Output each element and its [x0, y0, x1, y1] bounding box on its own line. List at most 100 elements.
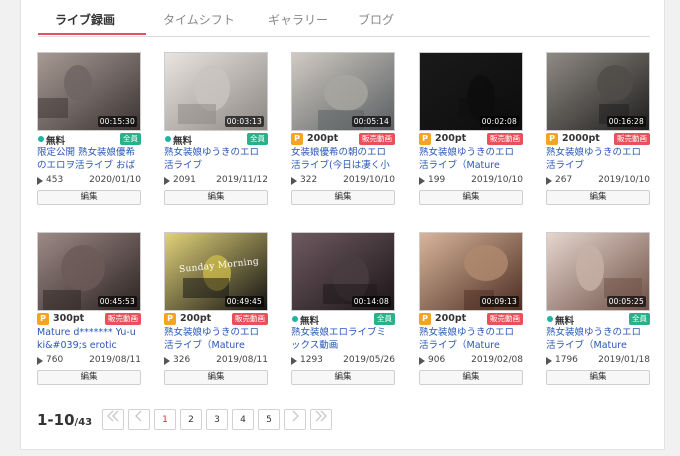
video-meta: 453 2020/01/10 — [37, 175, 141, 187]
video-meta: 267 2019/10/10 — [546, 175, 650, 187]
tab-blog[interactable]: ブログ — [358, 11, 394, 28]
page-4-button[interactable]: 4 — [232, 409, 254, 430]
video-meta: 760 2019/08/11 — [37, 355, 141, 367]
video-meta: 1293 2019/05/26 — [291, 355, 395, 367]
price-label: 300pt — [53, 313, 85, 324]
video-title-link[interactable]: 熟女装娘ゆうきのエロ活ライブ（Mature — [546, 327, 650, 353]
prev-page-button[interactable] — [128, 409, 150, 430]
price-label: 無料 — [46, 136, 66, 147]
video-thumbnail[interactable]: 00:15:30 — [37, 52, 141, 131]
last-page-button[interactable] — [310, 409, 332, 430]
duration-label: 00:02:08 — [479, 116, 519, 127]
edit-button[interactable]: 編集 — [546, 370, 650, 385]
edit-button[interactable]: 編集 — [164, 190, 268, 205]
upload-date: 2019/08/11 — [216, 355, 268, 365]
play-icon — [419, 177, 425, 185]
video-title-link[interactable]: 熟女装娘エロライブミックス動画 — [291, 327, 395, 353]
price-label: 200pt — [435, 313, 467, 324]
page-2-button[interactable]: 2 — [180, 409, 202, 430]
status-badge: 全員 — [120, 133, 141, 145]
video-title-link[interactable]: 熟女装娘ゆうきのエロ活ライブ（Mature — [419, 327, 523, 353]
video-thumbnail[interactable]: 00:14:08 — [291, 232, 395, 311]
video-thumbnail[interactable]: 00:16:28 — [546, 52, 650, 131]
duration-label: 00:05:25 — [606, 296, 646, 307]
page-1-button[interactable]: 1 — [154, 409, 176, 430]
price-row: P 200pt 販売動画 — [164, 313, 268, 325]
tab-live-recordings[interactable]: ライブ録画 — [55, 11, 115, 28]
upload-date: 2019/10/10 — [598, 175, 650, 185]
video-title-link[interactable]: 限定公開 熟女装娘優希のエロヲ活ライブ おば — [37, 147, 141, 173]
point-icon: P — [37, 313, 49, 325]
view-count: 760 — [46, 355, 64, 365]
duration-label: 00:03:13 — [224, 116, 264, 127]
upload-date: 2019/08/11 — [89, 355, 141, 365]
status-badge: 全員 — [374, 313, 395, 325]
price-label: 200pt — [435, 133, 467, 144]
video-meta: 326 2019/08/11 — [164, 355, 268, 367]
upload-date: 2019/02/08 — [471, 355, 523, 365]
view-count: 1293 — [300, 355, 323, 365]
tab-gallery[interactable]: ギャラリー — [268, 11, 328, 28]
video-thumbnail[interactable]: 00:09:13 — [419, 232, 523, 311]
edit-button[interactable]: 編集 — [37, 370, 141, 385]
upload-date: 2020/01/10 — [89, 175, 141, 185]
video-thumbnail[interactable]: Sunday Morning 00:49:45 — [164, 232, 268, 311]
play-icon — [546, 357, 552, 365]
edit-button[interactable]: 編集 — [37, 190, 141, 205]
active-tab-indicator — [38, 33, 146, 35]
video-meta: 1796 2019/01/18 — [546, 355, 650, 367]
upload-date: 2019/11/12 — [216, 175, 268, 185]
video-thumbnail[interactable]: 00:45:53 — [37, 232, 141, 311]
edit-button[interactable]: 編集 — [419, 370, 523, 385]
view-count: 1796 — [555, 355, 578, 365]
result-count: 1-10/43 — [37, 411, 92, 429]
play-icon — [546, 177, 552, 185]
video-title-link[interactable]: 熟女装娘ゆうきのエロ活ライブ — [546, 147, 650, 173]
edit-button[interactable]: 編集 — [419, 190, 523, 205]
video-title-link[interactable]: 熟女装娘ゆうきのエロ活ライブ（Mature — [419, 147, 523, 173]
view-count: 2091 — [173, 175, 196, 185]
status-badge: 販売動画 — [232, 313, 268, 325]
edit-button[interactable]: 編集 — [291, 190, 395, 205]
free-indicator-icon — [292, 316, 298, 322]
video-meta: 906 2019/02/08 — [419, 355, 523, 367]
play-icon — [37, 357, 43, 365]
page-5-button[interactable]: 5 — [258, 409, 280, 430]
video-thumbnail[interactable]: 00:03:13 — [164, 52, 268, 131]
video-title-link[interactable]: 熟女装娘ゆうきのエロ活ライブ — [164, 147, 268, 173]
status-badge: 全員 — [247, 133, 268, 145]
price-row: 無料 全員 — [546, 313, 650, 327]
tab-timeshift[interactable]: タイムシフト — [163, 11, 235, 28]
view-count: 199 — [428, 175, 446, 185]
upload-date: 2019/10/10 — [471, 175, 523, 185]
video-title-link[interactable]: Mature d******* Yu-uki&#039;s erotic — [37, 327, 141, 353]
video-thumbnail[interactable]: 00:05:25 — [546, 232, 650, 311]
video-title-link[interactable]: 熟女装娘ゆうきのエロ活ライブ（Mature — [164, 327, 268, 353]
video-meta: 2091 2019/11/12 — [164, 175, 268, 187]
upload-date: 2019/01/18 — [598, 355, 650, 365]
view-count: 322 — [300, 175, 318, 185]
edit-button[interactable]: 編集 — [546, 190, 650, 205]
duration-label: 00:45:53 — [97, 296, 137, 307]
video-thumbnail[interactable]: 00:02:08 — [419, 52, 523, 131]
status-badge: 全員 — [629, 313, 650, 325]
view-count: 267 — [555, 175, 573, 185]
edit-button[interactable]: 編集 — [164, 370, 268, 385]
status-badge: 販売動画 — [614, 133, 650, 145]
page-3-button[interactable]: 3 — [206, 409, 228, 430]
video-thumbnail[interactable]: 00:05:14 — [291, 52, 395, 131]
video-title-link[interactable]: 女装娘優希の朝のエロ活ライブ(今日は凄く小 — [291, 147, 395, 173]
result-range: 1-10 — [37, 411, 75, 429]
play-icon — [164, 357, 170, 365]
point-icon: P — [164, 313, 176, 325]
chevron-right-icon — [292, 410, 299, 422]
price-row: P 200pt 販売動画 — [419, 313, 523, 325]
price-row: P 2000pt 販売動画 — [546, 133, 650, 145]
first-page-button[interactable] — [102, 409, 124, 430]
upload-date: 2019/05/26 — [343, 355, 395, 365]
upload-date: 2019/10/10 — [343, 175, 395, 185]
edit-button[interactable]: 編集 — [291, 370, 395, 385]
tab-bar: ライブ録画 タイムシフト ギャラリー ブログ — [38, 0, 650, 37]
next-page-button[interactable] — [284, 409, 306, 430]
status-badge: 販売動画 — [487, 313, 523, 325]
